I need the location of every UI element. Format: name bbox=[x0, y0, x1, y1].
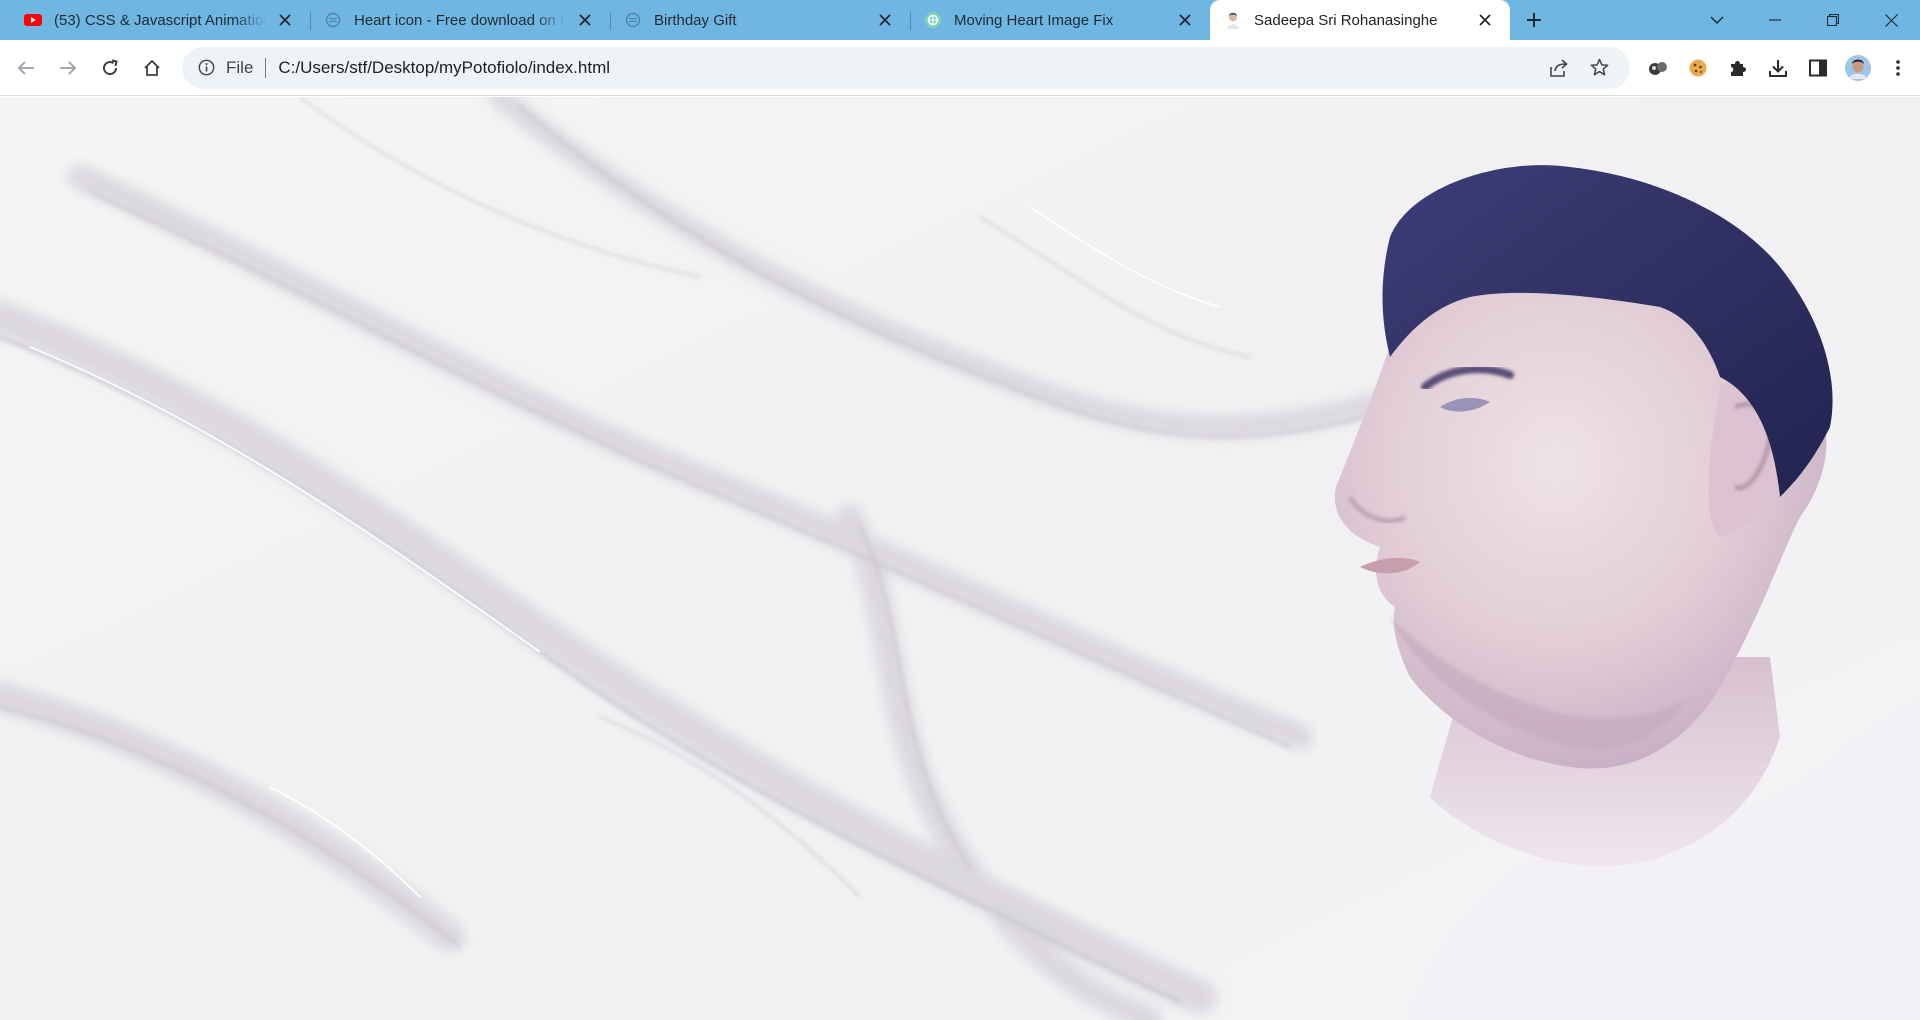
tab-youtube[interactable]: (53) CSS & Javascript Animation E bbox=[10, 0, 310, 40]
restore-button[interactable] bbox=[1804, 0, 1862, 40]
chevron-down-icon bbox=[1710, 15, 1724, 24]
profile-portrait bbox=[1334, 165, 1920, 1020]
reload-icon bbox=[103, 59, 118, 75]
home-button[interactable] bbox=[132, 48, 172, 88]
plus-icon bbox=[1527, 13, 1541, 27]
profile-avatar[interactable] bbox=[1838, 48, 1878, 88]
bookmark-star-icon[interactable] bbox=[1582, 51, 1616, 85]
download-icon[interactable] bbox=[1758, 48, 1798, 88]
info-icon[interactable] bbox=[196, 58, 216, 78]
close-tab-icon[interactable] bbox=[874, 9, 896, 31]
address-divider bbox=[265, 57, 267, 78]
back-button[interactable] bbox=[6, 48, 46, 88]
menu-kebab-icon[interactable] bbox=[1878, 48, 1918, 88]
side-panel-icon[interactable] bbox=[1798, 48, 1838, 88]
window-controls bbox=[1688, 0, 1920, 40]
webpage-content bbox=[0, 97, 1920, 1020]
extension-glasses-icon[interactable] bbox=[1638, 48, 1678, 88]
globe-icon bbox=[324, 11, 342, 29]
globe-icon bbox=[624, 11, 642, 29]
restore-icon bbox=[1827, 14, 1839, 26]
tab-moving-heart[interactable]: Moving Heart Image Fix bbox=[910, 0, 1210, 40]
url-text[interactable]: C:/Users/stf/Desktop/myPotofiolo/index.h… bbox=[278, 58, 1536, 78]
close-tab-icon[interactable] bbox=[574, 9, 596, 31]
tab-title: Moving Heart Image Fix bbox=[954, 11, 1114, 29]
youtube-icon bbox=[24, 11, 42, 29]
tab-title: Heart icon - Free download on Ic bbox=[354, 11, 566, 29]
minimize-icon bbox=[1769, 19, 1781, 21]
tab-title: Sadeepa Sri Rohanasinghe bbox=[1254, 11, 1438, 29]
close-tab-icon[interactable] bbox=[274, 9, 296, 31]
chatgpt-icon bbox=[924, 11, 942, 29]
cookie-extension-icon[interactable] bbox=[1678, 48, 1718, 88]
browser-toolbar: File C:/Users/stf/Desktop/myPotofiolo/in… bbox=[0, 40, 1920, 96]
address-bar[interactable]: File C:/Users/stf/Desktop/myPotofiolo/in… bbox=[182, 46, 1630, 89]
reload-button[interactable] bbox=[90, 48, 130, 88]
forward-button[interactable] bbox=[48, 48, 88, 88]
tab-portfolio[interactable]: Sadeepa Sri Rohanasinghe bbox=[1210, 0, 1510, 40]
minimize-button[interactable] bbox=[1746, 0, 1804, 40]
extensions-area bbox=[1638, 48, 1918, 88]
extensions-puzzle-icon[interactable] bbox=[1718, 48, 1758, 88]
close-tab-icon[interactable] bbox=[1174, 9, 1196, 31]
scheme-label: File bbox=[226, 57, 254, 77]
tab-title: Birthday Gift bbox=[654, 11, 737, 29]
close-tab-icon[interactable] bbox=[1474, 9, 1496, 31]
arrow-right-icon bbox=[60, 60, 77, 75]
arrow-left-icon bbox=[17, 60, 34, 75]
tab-list: (53) CSS & Javascript Animation E Heart … bbox=[0, 0, 1554, 40]
tab-heart-icon[interactable]: Heart icon - Free download on Ic bbox=[310, 0, 610, 40]
close-window-button[interactable] bbox=[1862, 0, 1920, 40]
tab-title: (53) CSS & Javascript Animation E bbox=[54, 11, 266, 29]
tab-strip: (53) CSS & Javascript Animation E Heart … bbox=[0, 0, 1920, 40]
share-icon[interactable] bbox=[1542, 51, 1576, 85]
new-tab-button[interactable] bbox=[1514, 0, 1554, 40]
tab-search-button[interactable] bbox=[1688, 0, 1746, 40]
close-icon bbox=[1884, 13, 1898, 27]
profile-favicon bbox=[1224, 11, 1242, 29]
home-icon bbox=[144, 59, 160, 76]
tab-birthday-gift[interactable]: Birthday Gift bbox=[610, 0, 910, 40]
